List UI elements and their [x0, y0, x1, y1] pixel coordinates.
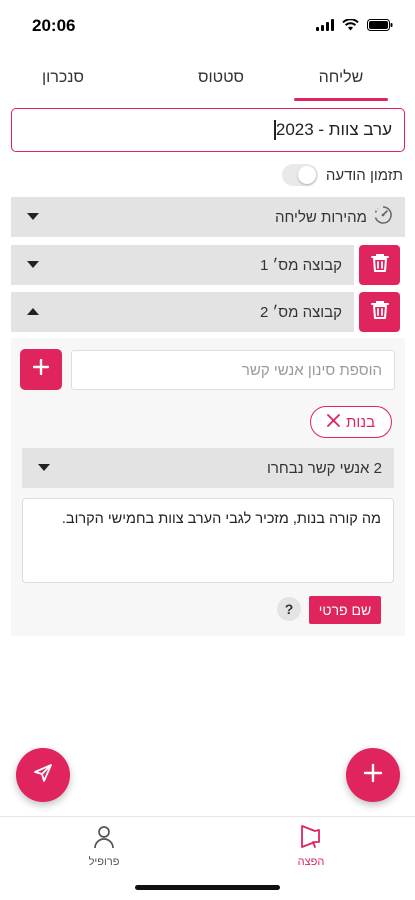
group-1-label: קבוצה מס׳ 1 — [260, 256, 342, 274]
insert-first-name-button[interactable]: שם פרטי — [309, 596, 381, 624]
send-fab[interactable] — [16, 748, 70, 802]
home-indicator — [135, 885, 280, 890]
send-speed-label: מהירות שליחה — [274, 208, 367, 226]
contact-filter-placeholder: הוספת סינון אנשי קשר — [241, 361, 382, 379]
tab-bar: שליחה סטטוס סנכרון — [0, 55, 415, 101]
delete-group-2-button[interactable] — [359, 292, 400, 332]
add-group-fab[interactable] — [346, 748, 400, 802]
help-button[interactable]: ? — [277, 597, 301, 621]
group-2-label: קבוצה מס׳ 2 — [260, 303, 342, 321]
selected-contacts-accordion[interactable]: 2 אנשי קשר נבחרו — [22, 448, 394, 488]
message-text: מה קורה בנות, מזכיר לגבי הערב צוות בחמיש… — [61, 511, 381, 527]
send-icon — [32, 762, 54, 789]
nav-item-profile[interactable]: פרופיל — [64, 825, 144, 868]
profile-icon — [93, 825, 115, 852]
group-2-accordion[interactable]: קבוצה מס׳ 2 — [11, 292, 354, 332]
nav-item-profile-label: פרופיל — [88, 856, 120, 868]
megaphone-icon — [298, 825, 324, 852]
nav-item-distribution[interactable]: הפצה — [271, 825, 351, 868]
schedule-toggle[interactable] — [281, 164, 318, 186]
tab-status-label: סטטוס — [197, 69, 245, 86]
trash-icon — [370, 300, 389, 325]
help-label: ? — [284, 601, 294, 617]
status-icons — [316, 18, 393, 36]
group-1-accordion[interactable]: קבוצה מס׳ 1 — [11, 245, 354, 285]
filter-chip-label: בנות — [345, 413, 376, 431]
toggle-knob — [297, 166, 316, 184]
insert-first-name-label: שם פרטי — [318, 602, 372, 618]
schedule-toggle-row: תזמון הודעה — [281, 164, 403, 186]
add-filter-button[interactable] — [20, 349, 62, 390]
battery-icon — [367, 18, 393, 36]
tab-status[interactable]: סטטוס — [166, 55, 276, 101]
close-icon[interactable] — [327, 413, 340, 431]
signal-icon — [316, 18, 334, 36]
active-tab-indicator — [294, 98, 388, 101]
tab-sync[interactable]: סנכרון — [8, 55, 118, 101]
status-bar: 20:06 — [0, 0, 415, 50]
chevron-up-icon — [27, 303, 39, 321]
text-caret — [274, 120, 276, 140]
campaign-title-input[interactable]: ערב צוות - 2023 — [11, 108, 405, 152]
schedule-toggle-label: תזמון הודעה — [325, 166, 403, 184]
speedometer-icon — [373, 205, 393, 229]
tab-send-label: שליחה — [318, 69, 364, 86]
filter-chip[interactable]: בנות — [310, 406, 392, 438]
trash-icon — [370, 253, 389, 278]
delete-group-1-button[interactable] — [359, 245, 400, 285]
message-textarea[interactable]: מה קורה בנות, מזכיר לגבי הערב צוות בחמיש… — [22, 498, 394, 583]
campaign-title-value: ערב צוות - 2023 — [275, 120, 392, 139]
send-speed-header: מהירות שליחה — [275, 205, 393, 229]
chevron-down-icon — [38, 459, 50, 477]
plus-icon — [363, 763, 383, 788]
tab-send[interactable]: שליחה — [286, 55, 396, 101]
wifi-icon — [342, 18, 359, 36]
send-speed-accordion[interactable]: מהירות שליחה — [11, 197, 405, 237]
plus-icon — [32, 358, 50, 380]
contact-filter-input[interactable]: הוספת סינון אנשי קשר — [71, 350, 395, 390]
chevron-down-icon — [27, 208, 39, 226]
selected-contacts-label: 2 אנשי קשר נבחרו — [266, 459, 382, 477]
tab-sync-label: סנכרון — [42, 69, 84, 86]
nav-item-distribution-label: הפצה — [297, 856, 325, 868]
chevron-down-icon — [27, 256, 39, 274]
status-time: 20:06 — [32, 16, 76, 35]
